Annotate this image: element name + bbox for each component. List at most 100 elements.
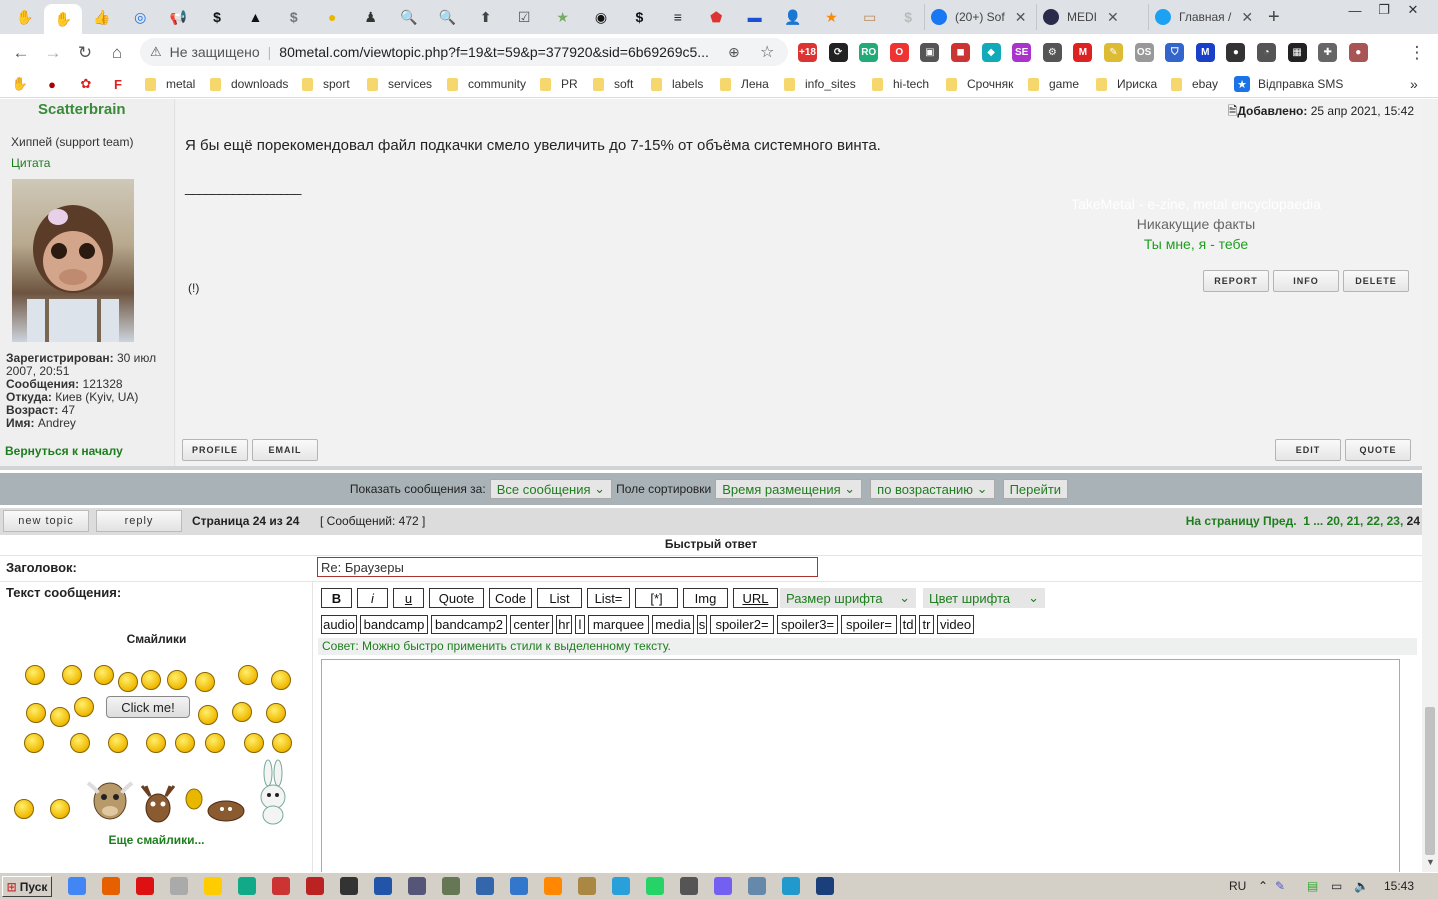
format-button-list[interactable]: List= [587, 588, 630, 608]
pinned-tab[interactable]: ▲ [236, 4, 274, 30]
smiley-icon[interactable] [25, 665, 45, 685]
profile-button[interactable]: PROFILE [182, 439, 248, 461]
pinned-tab[interactable]: $ [889, 4, 927, 30]
new-tab-button[interactable]: + [1262, 4, 1286, 30]
signature-link[interactable]: TakeMetal - e-zine, metal encyclopaedia [1046, 196, 1346, 212]
bookmarks-overflow[interactable]: » [1410, 76, 1418, 92]
network-icon[interactable] [408, 877, 426, 895]
f-bookmark-icon[interactable]: F [110, 76, 126, 92]
pinned-tab[interactable]: ⬆ [467, 4, 505, 30]
close-tab-icon[interactable]: ✕ [1241, 9, 1253, 26]
format-button-td[interactable]: td [900, 615, 916, 634]
battery-tray-icon[interactable]: ▭ [1331, 879, 1342, 893]
smiley-icon[interactable] [271, 670, 291, 690]
smiley-icon[interactable] [14, 799, 34, 819]
opera-ext-icon[interactable]: O [889, 43, 909, 62]
bookmark-icon[interactable]: ● [44, 76, 60, 92]
bookmark-folder[interactable]: hi-tech [872, 76, 929, 92]
ro-ext-icon[interactable]: RO [859, 43, 879, 62]
app-icon[interactable] [748, 877, 766, 895]
telegram-icon[interactable] [612, 877, 630, 895]
os-ext-icon[interactable]: OS [1134, 43, 1154, 62]
format-button-code[interactable]: Code [489, 588, 532, 608]
format-button-i[interactable]: i [357, 588, 388, 608]
bookmark-folder[interactable]: game [1028, 76, 1079, 92]
app-icon[interactable] [170, 877, 188, 895]
format-button-u[interactable]: u [393, 588, 424, 608]
scroll-down-icon[interactable]: ▼ [1426, 857, 1435, 867]
firefox-icon[interactable] [102, 877, 120, 895]
pinned-tab[interactable]: 👤 [774, 4, 812, 30]
m-ext-icon[interactable]: M [1195, 43, 1215, 62]
app-icon[interactable] [510, 877, 528, 895]
new-topic-button[interactable]: new topic [3, 510, 89, 532]
bookmark-folder[interactable]: community [447, 76, 526, 92]
bookmark-folder[interactable]: services [367, 76, 432, 92]
viber-icon[interactable] [714, 877, 732, 895]
save-icon[interactable] [476, 877, 494, 895]
pinned-tab[interactable]: 🔍 [428, 4, 466, 30]
se-ext-icon[interactable]: SE [1012, 43, 1032, 62]
browser-tab[interactable]: MEDI ✕ [1036, 4, 1148, 30]
order-select[interactable]: по возрастанию ⌄ [870, 479, 995, 499]
pinned-tab[interactable]: ◉ [582, 4, 620, 30]
camera-ext-icon[interactable]: ◼ [951, 43, 970, 62]
pinned-tab[interactable]: 📢 [160, 4, 198, 30]
vlc-icon[interactable] [544, 877, 562, 895]
format-button-url[interactable]: URL [733, 588, 778, 608]
restore-button[interactable]: ❐ [1370, 0, 1398, 20]
shield-icon[interactable] [782, 877, 800, 895]
language-indicator[interactable]: RU [1229, 879, 1246, 893]
close-tab-icon[interactable]: ✕ [1107, 9, 1119, 26]
norton-icon[interactable] [204, 877, 222, 895]
clock-ext-icon[interactable]: ◔ [1257, 43, 1276, 62]
edit-button[interactable]: EDIT [1275, 439, 1341, 461]
ip-icon[interactable] [374, 877, 392, 895]
app-icon[interactable] [578, 877, 596, 895]
format-button-spoiler2[interactable]: spoiler2= [710, 615, 774, 634]
go-button[interactable]: Перейти [1002, 479, 1069, 499]
shield-ext-icon[interactable]: ⛉ [1165, 43, 1185, 62]
moose-smiley[interactable] [138, 782, 178, 826]
subject-input[interactable]: Re: Браузеры [317, 557, 818, 577]
email-button[interactable]: EMAIL [252, 439, 318, 461]
pinned-tab[interactable]: 👍 [83, 4, 121, 30]
format-button-l[interactable]: l [575, 615, 585, 634]
gear-bookmark-icon[interactable]: ✿ [78, 76, 94, 92]
cow-smiley[interactable] [84, 775, 136, 823]
chrome-icon[interactable] [68, 877, 86, 895]
diamond-ext-icon[interactable]: ◆ [981, 43, 1001, 62]
format-button-list[interactable]: List [537, 588, 582, 608]
app-icon[interactable] [340, 877, 358, 895]
format-button-audio[interactable]: audio [321, 615, 357, 634]
rabbit-smiley[interactable] [256, 759, 290, 825]
delete-button[interactable]: DELETE [1343, 270, 1409, 292]
smiley-icon[interactable] [205, 733, 225, 753]
quote-button[interactable]: QUOTE [1345, 439, 1411, 461]
quote-link[interactable]: Цитата [11, 156, 50, 170]
opera-icon[interactable] [136, 877, 154, 895]
bookmark-folder[interactable]: Срочняк [946, 76, 1013, 92]
minimize-button[interactable]: — [1341, 0, 1369, 20]
page-link[interactable]: 1 [1303, 514, 1313, 528]
pinned-tab[interactable]: ▬ [736, 4, 774, 30]
format-button-bandcamp2[interactable]: bandcamp2 [431, 615, 507, 634]
font-color-select[interactable]: Цвет шрифта ⌄ [923, 588, 1045, 608]
smiley-icon[interactable] [232, 702, 252, 722]
bookmark-folder[interactable]: labels [651, 76, 703, 92]
home-icon[interactable]: ⌂ [106, 42, 128, 64]
format-button-b[interactable]: B [321, 588, 352, 608]
network-tray-icon[interactable]: ▤ [1307, 879, 1318, 893]
format-button-[interactable]: [*] [635, 588, 678, 608]
bookmark-folder[interactable]: metal [145, 76, 195, 92]
smiley-icon[interactable] [50, 707, 70, 727]
pinned-tab[interactable]: ▭ [851, 4, 889, 30]
back-icon[interactable]: ← [10, 42, 32, 64]
smiley-icon[interactable] [198, 705, 218, 725]
reload-icon[interactable]: ↻ [74, 42, 96, 64]
filezilla-icon[interactable] [306, 877, 324, 895]
puzzle-icon[interactable]: ✚ [1318, 43, 1338, 62]
smiley-icon[interactable] [238, 665, 258, 685]
bookmark-folder[interactable]: sport [302, 76, 350, 92]
bookmark-sms[interactable]: ★ Відправка SMS [1234, 76, 1343, 92]
